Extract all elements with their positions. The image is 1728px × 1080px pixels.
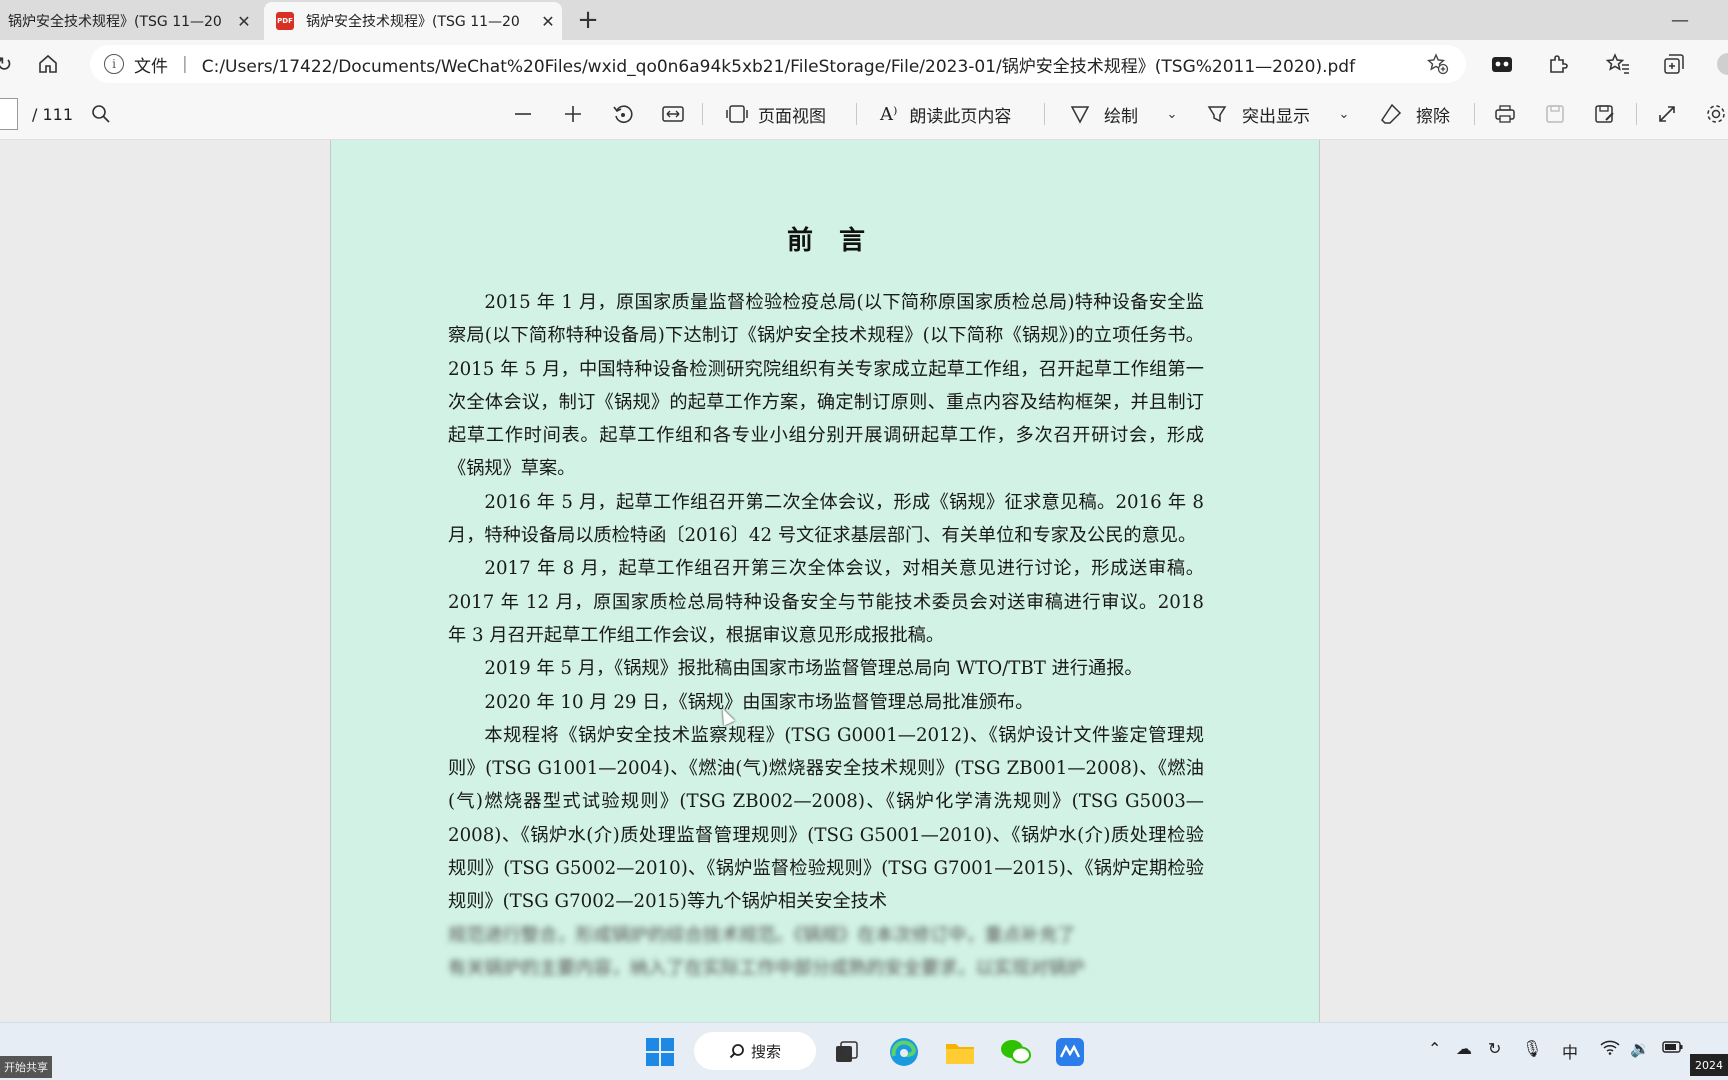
windows-start-icon[interactable] — [640, 1032, 680, 1072]
wechat-icon[interactable] — [996, 1032, 1036, 1072]
highlight-chevron-down-icon[interactable]: ⌄ — [1334, 100, 1354, 128]
toolbar-divider — [856, 103, 857, 125]
paragraph: 本规程将《锅炉安全技术监察规程》(TSG G0001—2012)、《锅炉设计文件… — [448, 724, 1204, 913]
paragraph: 2019 年 5 月，《锅规》报批稿由国家市场监督管理总局向 WTO/TBT 进… — [484, 658, 1143, 680]
highlight-icon — [1207, 106, 1227, 123]
taskbar-search[interactable]: 搜索 — [694, 1032, 816, 1070]
onedrive-cloud-icon[interactable]: ☁ — [1456, 1039, 1472, 1058]
paragraph: 2015 年 1 月，原国家质量监督检验检疫总局(以下简称原国家质检总局)特种设… — [448, 292, 1204, 480]
draw-button[interactable]: 绘制 — [1070, 88, 1138, 140]
favorite-add-icon[interactable] — [1424, 50, 1452, 78]
save-as-icon[interactable] — [1592, 100, 1618, 128]
address-bar: ↻ i 文件 | C:/Users/17422/Documents/WeChat… — [0, 40, 1728, 88]
refresh-icon[interactable]: ↻ — [0, 50, 14, 78]
file-label: 文件 — [134, 56, 168, 77]
edge-browser-icon[interactable] — [884, 1032, 924, 1072]
microphone-icon[interactable]: 🎙 — [1522, 1039, 1542, 1058]
settings-gear-icon[interactable] — [1704, 100, 1728, 128]
fullscreen-icon[interactable] — [1654, 100, 1680, 128]
draw-label: 绘制 — [1104, 106, 1138, 127]
url-field[interactable]: i 文件 | C:/Users/17422/Documents/WeChat%2… — [90, 45, 1466, 83]
page-number-input[interactable] — [0, 98, 18, 130]
profile-avatar[interactable] — [1714, 50, 1728, 78]
read-aloud-icon: A⁾ — [880, 103, 898, 125]
document-body: 2015 年 1 月，原国家质量监督检验检疫总局(以下简称原国家质检总局)特种设… — [448, 286, 1204, 985]
pdf-toolbar: / 111 页面视图 A⁾ 朗读此页内容 绘制 ⌄ 突出显示 ⌄ 擦除 — [0, 88, 1728, 140]
url-separator: | — [182, 54, 188, 74]
draw-icon — [1070, 106, 1090, 124]
wifi-icon[interactable] — [1600, 1039, 1620, 1059]
sync-icon[interactable]: ↻ — [1488, 1039, 1501, 1058]
page-total: / 111 — [32, 104, 74, 124]
draw-chevron-down-icon[interactable]: ⌄ — [1162, 100, 1182, 128]
pdf-icon: PDF — [276, 12, 294, 30]
url-text: C:/Users/17422/Documents/WeChat%20Files/… — [201, 56, 1356, 77]
close-icon[interactable]: ✕ — [230, 12, 258, 31]
paragraph: 2017 年 8 月，起草工作组召开第三次全体会议，对相关意见进行讨论，形成送审… — [448, 558, 1204, 646]
toolbar-divider — [1044, 103, 1045, 125]
page-view-label: 页面视图 — [758, 106, 826, 127]
zoom-out-icon[interactable] — [510, 100, 536, 128]
tab-strip: 锅炉安全技术规程》(TSG 11—20 ✕ PDF 锅炉安全技术规程》(TSG … — [0, 0, 1728, 40]
show-hidden-icons-chevron-up-icon[interactable]: ⌃ — [1428, 1039, 1441, 1058]
meeting-app-icon[interactable] — [1050, 1032, 1090, 1072]
volume-icon[interactable]: 🔉 — [1630, 1039, 1650, 1058]
taskbar: 搜索 ⌃ ☁ ↻ 🎙 中 🔉 — [0, 1022, 1728, 1080]
home-icon[interactable] — [32, 48, 64, 80]
search-label: 搜索 — [750, 1042, 781, 1061]
paragraph: 2016 年 5 月，起草工作组召开第二次全体会议，形成《锅规》征求意见稿。20… — [448, 491, 1204, 547]
search-icon — [729, 1044, 744, 1059]
read-aloud-button[interactable]: A⁾ 朗读此页内容 — [880, 88, 1011, 140]
tab-title: 锅炉安全技术规程》(TSG 11—20 — [8, 14, 222, 30]
blurred-line: 规范进行整合，形成锅炉的综合技术规范。《锅规》在本次修订中，重点补充了 — [448, 924, 1076, 946]
collections-app-icon[interactable] — [1488, 50, 1516, 78]
minimize-button[interactable]: — — [1660, 4, 1700, 36]
blurred-line: 有关锅炉的主要内容，纳入了在实际工作中部分成熟的安全要求，以实现对锅炉 — [448, 957, 1085, 979]
save-icon[interactable] — [1542, 100, 1568, 128]
page-title: 前言 — [786, 226, 891, 256]
info-icon[interactable]: i — [104, 54, 124, 74]
toolbar-divider — [702, 103, 703, 125]
pdf-page: 前言 2015 年 1 月，原国家质量监督检验检疫总局(以下简称原国家质检总局)… — [330, 140, 1320, 1022]
extensions-icon[interactable] — [1544, 50, 1572, 78]
favorites-icon[interactable] — [1604, 50, 1632, 78]
read-aloud-label: 朗读此页内容 — [909, 106, 1012, 127]
pdf-viewer[interactable]: 前言 2015 年 1 月，原国家质量监督检验检疫总局(以下简称原国家质检总局)… — [0, 140, 1728, 1022]
collections-icon[interactable] — [1660, 50, 1688, 78]
toolbar-divider — [1636, 103, 1637, 125]
screen-share-badge[interactable]: 开始共享 — [0, 1056, 52, 1078]
search-icon[interactable] — [88, 100, 114, 128]
zoom-in-icon[interactable] — [560, 100, 586, 128]
new-tab-button[interactable]: + — [572, 4, 604, 36]
erase-label: 擦除 — [1416, 106, 1450, 127]
tab-inactive[interactable]: 锅炉安全技术规程》(TSG 11—20 ✕ — [0, 2, 258, 40]
print-icon[interactable] — [1492, 100, 1518, 128]
toolbar-divider — [1474, 103, 1475, 125]
eraser-icon — [1381, 103, 1402, 124]
page-view-button[interactable]: 页面视图 — [726, 88, 826, 140]
ime-indicator[interactable]: 中 — [1562, 1039, 1578, 1063]
rotate-icon[interactable] — [610, 100, 636, 128]
file-explorer-icon[interactable] — [940, 1032, 980, 1072]
tab-active[interactable]: PDF 锅炉安全技术规程》(TSG 11—20 ✕ — [264, 2, 562, 40]
fit-width-icon[interactable] — [660, 100, 686, 128]
page-view-icon — [726, 105, 748, 123]
task-view-icon[interactable] — [826, 1032, 866, 1072]
highlight-button[interactable]: 突出显示 — [1206, 88, 1310, 140]
paragraph: 2020 年 10 月 29 日，《锅规》由国家市场监督管理总局批准颁布。 — [484, 691, 1034, 713]
erase-button[interactable]: 擦除 — [1380, 88, 1450, 140]
clock-date[interactable]: 2024 — [1690, 1054, 1728, 1076]
tab-title: 锅炉安全技术规程》(TSG 11—20 — [306, 14, 520, 30]
battery-icon[interactable] — [1662, 1039, 1684, 1058]
close-icon[interactable]: ✕ — [534, 12, 562, 31]
highlight-label: 突出显示 — [1242, 106, 1310, 127]
